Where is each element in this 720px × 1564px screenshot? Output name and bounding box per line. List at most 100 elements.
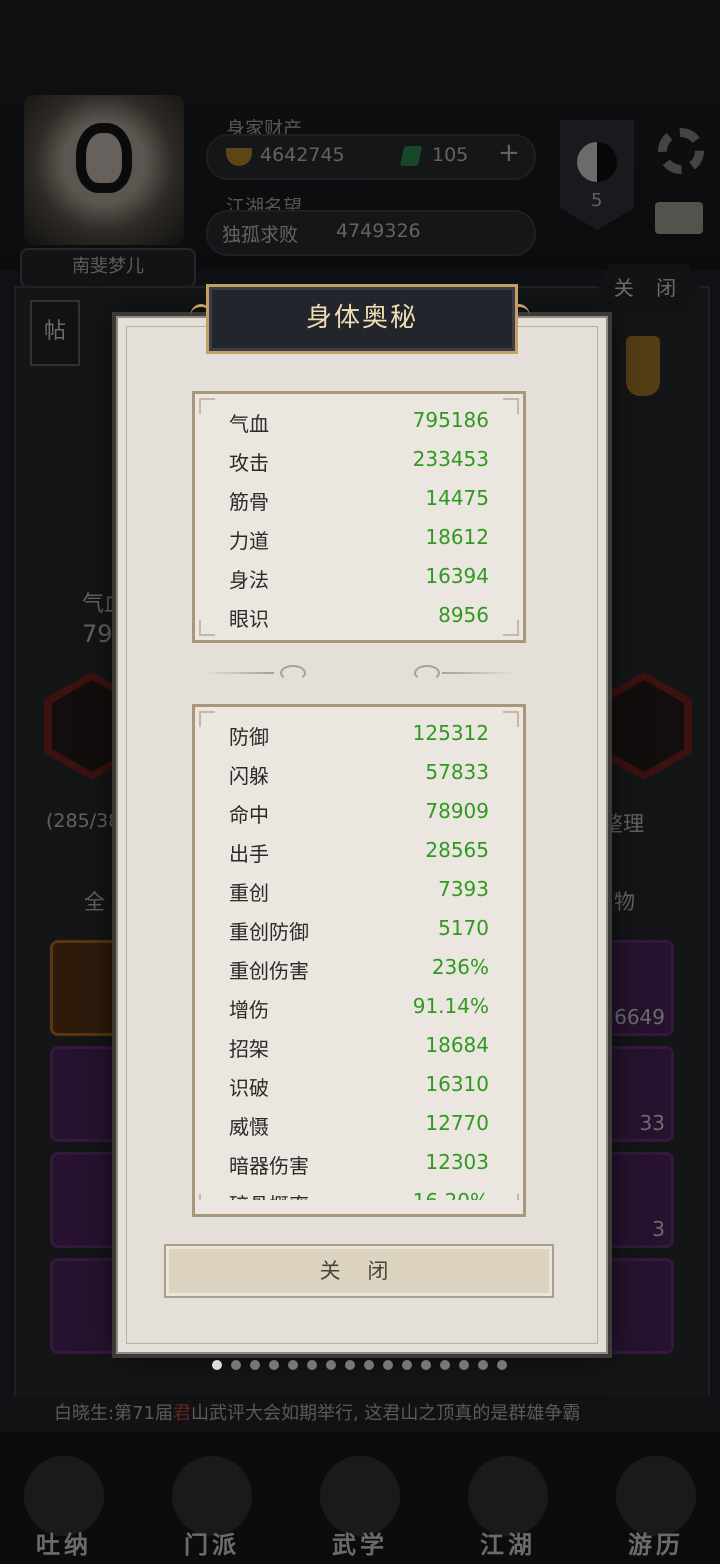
filter-items-tab[interactable]: 物 bbox=[614, 886, 635, 916]
primary-stats-box: 气血 795186 攻击 233453 筋骨 14475 力道 18612 身法 16394 眼识 8… bbox=[192, 391, 526, 643]
stat-value: 16310 bbox=[425, 1072, 489, 1096]
page-dot[interactable] bbox=[440, 1360, 450, 1370]
close-button[interactable]: 关 闭 bbox=[164, 1244, 554, 1298]
stat-row: 重创伤害 236% bbox=[195, 951, 523, 990]
slot-count: 16649 bbox=[601, 1005, 665, 1029]
stat-row: 重创 7393 bbox=[195, 873, 523, 912]
page-dot[interactable] bbox=[326, 1360, 336, 1370]
stat-value: 28565 bbox=[425, 838, 489, 862]
sort-button[interactable]: 整理 bbox=[602, 808, 644, 838]
stat-label: 身法 bbox=[229, 568, 269, 592]
page-dot[interactable] bbox=[421, 1360, 431, 1370]
dialog-title-plate: 身体奥秘 bbox=[206, 284, 518, 354]
stat-row: 增伤 91.14% bbox=[195, 990, 523, 1029]
stat-label: 筋骨 bbox=[229, 490, 269, 514]
avatar-face bbox=[76, 123, 132, 193]
avatar[interactable] bbox=[24, 95, 184, 245]
divider-right bbox=[442, 672, 514, 674]
stat-row: 重创防御 5170 bbox=[195, 912, 523, 951]
bottom-nav: 吐纳 门派 武学 江湖 游历 bbox=[0, 1432, 720, 1564]
stat-row: 攻击 233453 bbox=[195, 443, 523, 482]
stat-value: 18684 bbox=[425, 1033, 489, 1057]
stat-label: 攻击 bbox=[229, 451, 269, 475]
level-value: 5 bbox=[591, 190, 603, 211]
stat-value: 18612 bbox=[425, 525, 489, 549]
lantern-ornament-icon[interactable] bbox=[626, 336, 660, 396]
secondary-stats-scroll[interactable]: 防御 125312 闪躲 57833 命中 78909 出手 28565 重创 7393 重创防御 5… bbox=[192, 704, 526, 1217]
stat-value: 233453 bbox=[412, 447, 489, 471]
stat-row: 气血 795186 bbox=[195, 404, 523, 443]
page-dot[interactable] bbox=[212, 1360, 222, 1370]
currency-bar bbox=[206, 134, 536, 180]
page-dot[interactable] bbox=[269, 1360, 279, 1370]
martial-arts-icon bbox=[320, 1456, 400, 1536]
add-currency-icon[interactable]: + bbox=[498, 138, 520, 168]
page-dot[interactable] bbox=[459, 1360, 469, 1370]
stat-value: 125312 bbox=[412, 721, 489, 745]
taiji-icon bbox=[577, 142, 617, 182]
stat-row: 筋骨 14475 bbox=[195, 482, 523, 521]
stat-label: 眼识 bbox=[229, 607, 269, 631]
stat-value: 8956 bbox=[438, 603, 489, 627]
stat-value: 12303 bbox=[425, 1150, 489, 1174]
stat-label: 招架 bbox=[229, 1037, 269, 1061]
nav-travel[interactable]: 游历 bbox=[596, 1456, 716, 1564]
page-dot[interactable] bbox=[364, 1360, 374, 1370]
nav-breathing[interactable]: 吐纳 bbox=[4, 1456, 124, 1564]
capacity-partial: (285/38 bbox=[46, 810, 121, 832]
stat-label: 重创伤害 bbox=[229, 959, 309, 983]
stat-value: 16394 bbox=[425, 564, 489, 588]
stat-value: 91.14% bbox=[412, 994, 489, 1018]
dialog-title: 身体奥秘 bbox=[305, 303, 418, 333]
background-close-button[interactable]: 关 闭 bbox=[598, 264, 700, 312]
stat-value: 7393 bbox=[438, 877, 489, 901]
rank-title: 独孤求败 bbox=[222, 224, 299, 246]
page-dot[interactable] bbox=[288, 1360, 298, 1370]
page-dot[interactable] bbox=[402, 1360, 412, 1370]
post-tab-label: 帖 bbox=[43, 319, 66, 344]
nav-sect[interactable]: 门派 bbox=[152, 1456, 272, 1564]
post-tab[interactable]: 帖 bbox=[30, 300, 80, 366]
gear-icon[interactable] bbox=[658, 128, 704, 174]
stat-row: 识破 16310 bbox=[195, 1068, 523, 1107]
page-dot[interactable] bbox=[307, 1360, 317, 1370]
reputation-value: 4749326 bbox=[336, 220, 421, 242]
page-dot[interactable] bbox=[383, 1360, 393, 1370]
level-badge[interactable]: 5 bbox=[560, 120, 634, 230]
divider-left bbox=[204, 672, 274, 674]
stat-row: 命中 78909 bbox=[195, 795, 523, 834]
stat-label: 防御 bbox=[229, 725, 269, 749]
stat-label: 威慑 bbox=[229, 1115, 269, 1139]
stat-label: 重创防御 bbox=[229, 920, 309, 944]
divider-swirl-left bbox=[280, 665, 306, 681]
page-dot[interactable] bbox=[478, 1360, 488, 1370]
stat-value: 78909 bbox=[425, 799, 489, 823]
stat-label: 出手 bbox=[229, 842, 269, 866]
player-name: 南斐梦儿 bbox=[20, 248, 196, 288]
stat-label: 命中 bbox=[229, 803, 269, 827]
nav-martial-arts[interactable]: 武学 bbox=[300, 1456, 420, 1564]
travel-icon bbox=[616, 1456, 696, 1536]
stat-row: 出手 28565 bbox=[195, 834, 523, 873]
stat-label: 重创 bbox=[229, 881, 269, 905]
stat-row: 身法 16394 bbox=[195, 560, 523, 599]
jade-value: 105 bbox=[432, 144, 469, 166]
nav-jianghu[interactable]: 江湖 bbox=[448, 1456, 568, 1564]
stat-label: 闪躲 bbox=[229, 764, 269, 788]
stat-value: 12770 bbox=[425, 1111, 489, 1135]
coins-value: 4642745 bbox=[260, 144, 345, 166]
filter-all-tab[interactable]: 全 bbox=[84, 886, 105, 916]
stat-label: 识破 bbox=[229, 1076, 269, 1100]
stat-value: 14475 bbox=[425, 486, 489, 510]
stat-row: 威慑 12770 bbox=[195, 1107, 523, 1146]
mail-icon[interactable] bbox=[655, 202, 703, 234]
stat-label: 气血 bbox=[229, 412, 269, 436]
page-dot[interactable] bbox=[250, 1360, 260, 1370]
stat-value: 57833 bbox=[425, 760, 489, 784]
page-dot[interactable] bbox=[231, 1360, 241, 1370]
page-dot[interactable] bbox=[345, 1360, 355, 1370]
stat-row: 眼识 8956 bbox=[195, 599, 523, 638]
divider-swirl-right bbox=[414, 665, 440, 681]
stat-row: 暗器伤害 12303 bbox=[195, 1146, 523, 1185]
page-dot[interactable] bbox=[497, 1360, 507, 1370]
